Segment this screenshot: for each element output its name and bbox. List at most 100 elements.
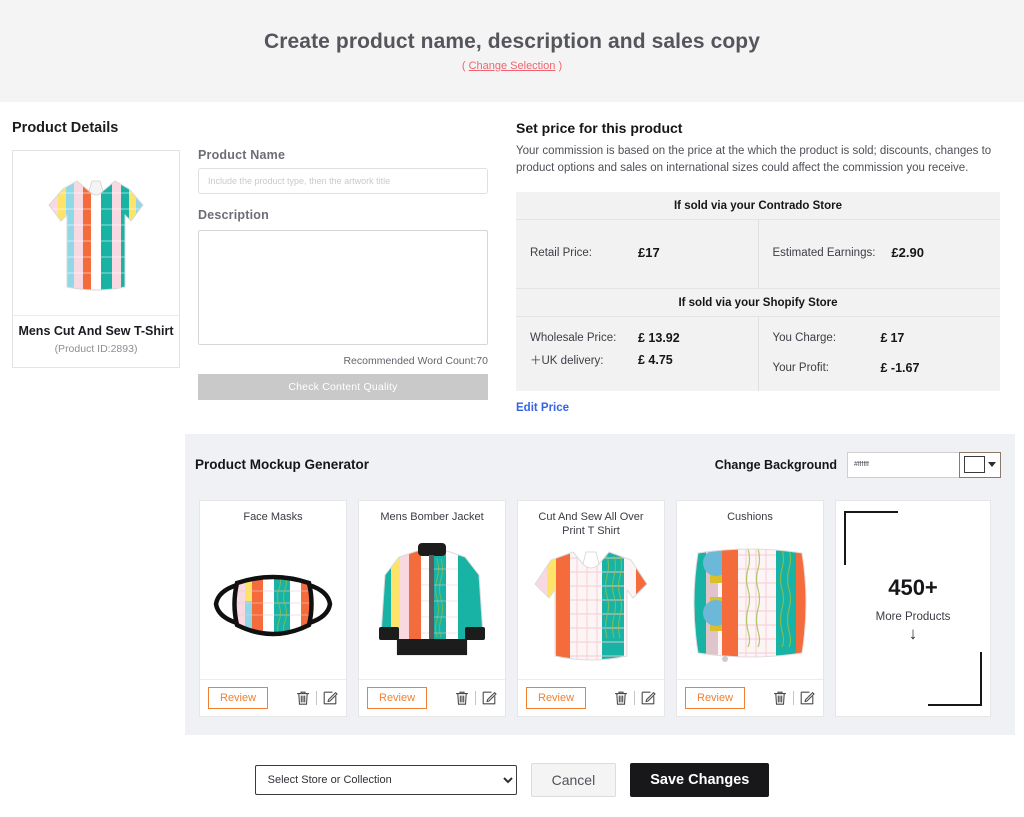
description-textarea[interactable] xyxy=(198,230,488,345)
top-row: Product Details Mens Cut And Sew T-Shirt… xyxy=(0,102,1024,416)
action-divider xyxy=(793,690,794,705)
footer-actions: Select Store or Collection Cancel Save C… xyxy=(0,762,1024,797)
contrado-row: Retail Price: £ 17 Estimated Earnings: £… xyxy=(516,218,1001,288)
product-name-text: Mens Cut And Sew T-Shirt xyxy=(18,324,174,338)
mockup-card-actions: Review xyxy=(677,678,823,716)
uk-delivery-label: ＋UK delivery: xyxy=(530,354,604,367)
edit-price-link[interactable]: Edit Price xyxy=(516,402,569,414)
product-mockup-generator-panel: Product Mockup Generator Change Backgrou… xyxy=(185,433,1015,735)
trash-icon[interactable] xyxy=(614,690,628,706)
mockup-card-title: Face Masks xyxy=(243,510,303,523)
retail-price-label: Retail Price: xyxy=(530,246,592,259)
tshirt-allover-striped-icon xyxy=(518,538,664,678)
mockup-card[interactable]: Cushions Review xyxy=(676,499,824,717)
mockup-panel-title: Product Mockup Generator xyxy=(195,457,370,472)
word-count-text: Recommended Word Count:70 xyxy=(343,355,488,367)
product-name-label: Product Name xyxy=(198,148,286,162)
product-details-title: Product Details xyxy=(12,120,119,136)
shopify-store-band: If sold via your Shopify Store xyxy=(516,287,1000,316)
your-profit-value: £ -1.67 xyxy=(880,360,920,375)
pricing-table: If sold via your Contrado Store Retail P… xyxy=(516,191,1001,391)
corner-bracket-top-left xyxy=(844,510,898,565)
description-label: Description xyxy=(198,208,269,222)
review-button[interactable]: Review xyxy=(685,686,746,709)
store-collection-select[interactable]: Select Store or Collection xyxy=(254,764,517,795)
chevron-down-icon xyxy=(988,462,996,467)
trash-icon[interactable] xyxy=(455,690,469,706)
trash-icon[interactable] xyxy=(296,690,310,706)
pricing-description: Your commission is based on the price at… xyxy=(516,145,992,175)
estimated-earnings-label: Estimated Earnings: xyxy=(772,246,876,259)
product-card-info: Mens Cut And Sew T-Shirt (Product ID:289… xyxy=(13,316,179,367)
product-details-column: Product Details Mens Cut And Sew T-Shirt… xyxy=(12,120,180,416)
product-thumbnail xyxy=(13,151,179,316)
contrado-store-band: If sold via your Contrado Store xyxy=(673,199,843,212)
check-content-quality-button[interactable]: Check Content Quality xyxy=(198,374,488,400)
mockup-card-icon-group xyxy=(773,690,815,706)
change-background-group: Change Background xyxy=(715,451,1001,478)
action-divider xyxy=(475,690,476,705)
mockup-card[interactable]: Face Masks Review xyxy=(199,499,347,717)
action-divider xyxy=(316,690,317,705)
review-button[interactable]: Review xyxy=(208,686,269,709)
mockup-card-actions: Review xyxy=(518,678,664,716)
wholesale-price-label: Wholesale Price: xyxy=(530,331,617,344)
face-mask-striped-icon xyxy=(200,535,346,679)
background-color-picker-button[interactable] xyxy=(959,451,1001,478)
you-charge-value: 17 xyxy=(890,330,905,345)
pencil-square-icon[interactable] xyxy=(641,690,656,706)
paren-close: ) xyxy=(558,60,563,72)
pricing-title: Set price for this product xyxy=(516,120,683,136)
retail-price-currency: £ xyxy=(638,245,646,260)
pencil-square-icon[interactable] xyxy=(800,690,815,706)
wholesale-price-value: £ 13.92 xyxy=(638,330,680,345)
main-content: Product Details Mens Cut And Sew T-Shirt… xyxy=(0,102,1024,797)
you-charge-label: You Charge: xyxy=(772,331,837,344)
save-changes-button[interactable]: Save Changes xyxy=(630,762,770,797)
mockup-card-title: Mens Bomber Jacket xyxy=(380,510,484,523)
trash-icon[interactable] xyxy=(773,690,787,706)
shopify-row: Wholesale Price: £ 13.92 ＋UK delivery: £… xyxy=(516,315,1001,391)
review-button[interactable]: Review xyxy=(526,686,587,709)
change-selection-link[interactable]: Change Selection xyxy=(469,60,556,72)
mockup-card[interactable]: Cut And Sew All Over Print T Shirt Revie… xyxy=(517,499,665,717)
mockup-card-actions: Review xyxy=(359,678,505,716)
pencil-square-icon[interactable] xyxy=(482,690,497,706)
arrow-down-icon: ↓ xyxy=(908,623,918,643)
retail-price-value: 17 xyxy=(645,245,660,260)
mockup-card-title: Cushions xyxy=(727,510,773,523)
mockup-card[interactable]: Mens Bomber Jacket Review xyxy=(358,499,506,717)
action-divider xyxy=(634,690,635,705)
color-swatch-icon xyxy=(964,456,985,473)
more-products-card[interactable]: 450+ More Products ↓ xyxy=(835,499,991,717)
review-button[interactable]: Review xyxy=(367,686,428,709)
retail-price-cell: Retail Price: £ 17 xyxy=(516,219,759,288)
product-name-input[interactable] xyxy=(198,168,488,194)
your-profit-label: Your Profit: xyxy=(772,361,829,374)
product-card: Mens Cut And Sew T-Shirt (Product ID:289… xyxy=(12,150,180,368)
change-selection-wrap: ( Change Selection ) xyxy=(462,60,562,72)
tshirt-striped-icon xyxy=(48,180,144,291)
mockup-card-icon-group xyxy=(455,690,497,706)
mockup-card-row: Face Masks Review Mens Bomber Jacket Rev… xyxy=(195,499,1001,717)
background-color-input[interactable] xyxy=(847,451,959,478)
estimated-earnings-cell: Estimated Earnings: £2.90 xyxy=(759,220,1001,288)
mockup-card-icon-group xyxy=(296,690,338,706)
pencil-square-icon[interactable] xyxy=(323,690,338,706)
uk-delivery-value: £ 4.75 xyxy=(638,352,673,367)
more-products-label: More Products xyxy=(875,610,951,623)
page-title: Create product name, description and sal… xyxy=(263,30,760,53)
corner-bracket-bottom-right xyxy=(928,651,982,706)
product-id-text: (Product ID:2893) xyxy=(54,342,138,355)
estimated-earnings-value: £2.90 xyxy=(891,245,924,260)
you-charge-currency: £ xyxy=(880,330,891,345)
wholesale-cell: Wholesale Price: £ 13.92 ＋UK delivery: £… xyxy=(516,316,759,391)
page-header: Create product name, description and sal… xyxy=(0,0,1024,102)
charge-profit-cell: You Charge: £ 17 Your Profit: £ -1.67 xyxy=(759,317,1001,391)
pricing-column: Set price for this product Your commissi… xyxy=(516,120,1024,416)
cancel-button[interactable]: Cancel xyxy=(530,762,617,797)
product-form-column: Product Name Description Recommended Wor… xyxy=(198,120,488,416)
bomber-jacket-striped-icon xyxy=(359,535,505,679)
mockup-card-actions: Review xyxy=(200,678,346,716)
mockup-card-title: Cut And Sew All Over Print T Shirt xyxy=(538,510,644,537)
